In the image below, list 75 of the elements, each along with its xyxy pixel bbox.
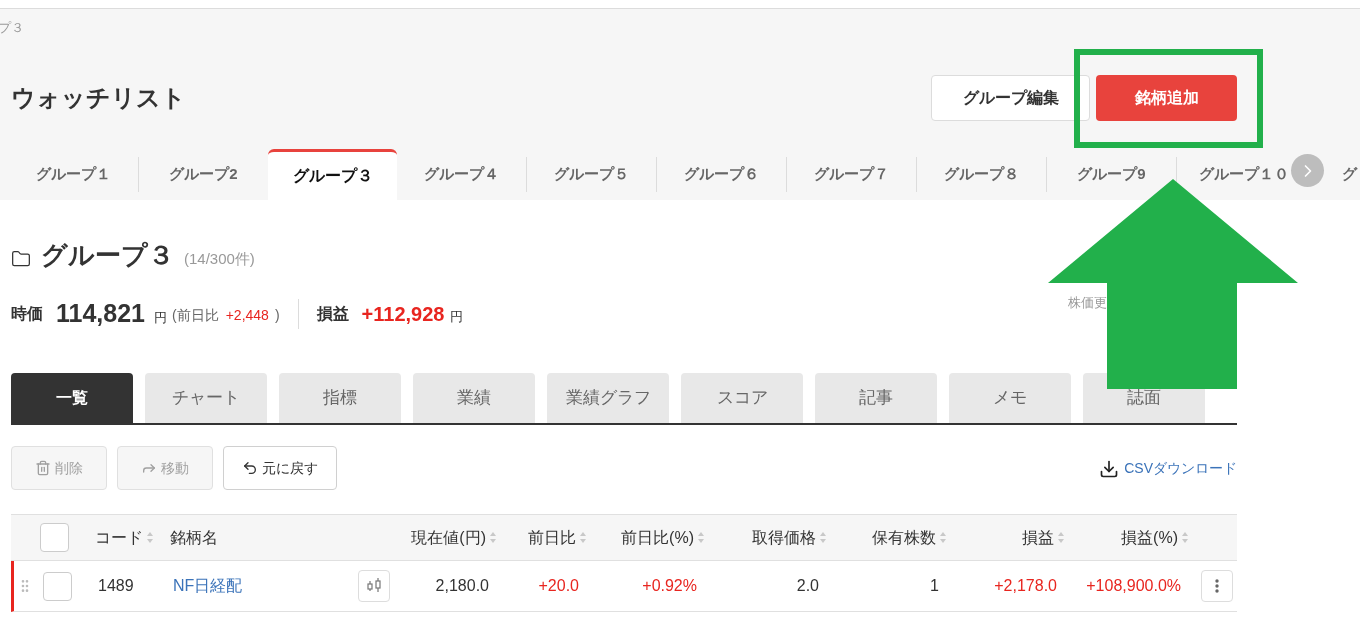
group-tab[interactable]: グループ１: [9, 149, 138, 200]
group-tab[interactable]: グ: [1324, 149, 1360, 200]
folder-icon: [11, 249, 31, 269]
edit-group-button[interactable]: グループ編集: [931, 75, 1090, 122]
undo-button[interactable]: 元に戻す: [223, 446, 337, 490]
table-row[interactable]: 1489 NF日経配 2,180.0 +20.0 +0.92% 2.0 1 +2,178.0 +108,900.0%: [11, 561, 1237, 612]
more-menu-button[interactable]: [1201, 570, 1233, 602]
group-tab[interactable]: グループ2: [139, 149, 268, 200]
closing-paren: ): [274, 305, 280, 325]
update-note: 株価更: [1068, 294, 1107, 313]
yen-unit: 円: [450, 308, 464, 327]
download-icon: [1099, 458, 1120, 479]
group-tab[interactable]: グループ５: [527, 149, 656, 200]
stock-code: 1489: [97, 576, 135, 596]
trash-icon: [35, 460, 51, 476]
undo-icon: [242, 460, 258, 476]
view-tab[interactable]: 指標: [279, 373, 401, 423]
column-header[interactable]: 前日比(%): [590, 525, 708, 550]
column-header[interactable]: 取得価格: [708, 525, 830, 550]
add-stock-button[interactable]: 銘柄追加: [1096, 75, 1237, 122]
more-icon: [1215, 579, 1219, 593]
group-tab[interactable]: グループ７: [787, 149, 916, 200]
page-title: ウォッチリスト: [11, 83, 186, 114]
sort-icon: [147, 532, 153, 543]
table-cell-text: +108,900.0%: [1085, 576, 1182, 596]
view-tab[interactable]: 記事: [815, 373, 937, 423]
row-checkbox[interactable]: [43, 571, 72, 601]
group-tab[interactable]: グループ３: [268, 149, 397, 200]
column-header[interactable]: 損益(%): [1068, 525, 1192, 550]
candlestick-icon: [366, 577, 382, 595]
item-count: (14/300件): [184, 248, 255, 269]
group-tab[interactable]: グループ9: [1047, 149, 1176, 200]
view-tab[interactable]: 業績グラフ: [547, 373, 669, 423]
table-cell-text: 2,180.0: [434, 576, 490, 596]
group-tab[interactable]: グループ４: [397, 149, 526, 200]
column-header[interactable]: 現在値(円): [400, 525, 500, 550]
chart-button[interactable]: [358, 570, 390, 602]
table-cell-text: 1: [929, 576, 940, 596]
column-header: 銘柄名: [170, 527, 219, 548]
sort-icon: [1058, 532, 1064, 543]
day-change: +2,448: [225, 305, 269, 325]
next-tabs-button[interactable]: [1291, 154, 1324, 188]
view-tab[interactable]: 一覧: [11, 373, 133, 423]
view-tab[interactable]: 業績: [413, 373, 535, 423]
profit-label: 損益: [316, 304, 349, 324]
yen-unit: 円: [154, 309, 167, 328]
table-cell-text: 2.0: [795, 576, 820, 596]
sort-icon: [580, 532, 586, 543]
view-tab[interactable]: チャート: [145, 373, 267, 423]
breadcrumb[interactable]: プ３: [0, 18, 24, 38]
column-header[interactable]: 損益: [950, 525, 1068, 550]
sort-icon: [940, 532, 946, 543]
group-tab[interactable]: グループ１０: [1177, 149, 1291, 200]
market-value: 114,821: [56, 298, 145, 330]
sort-icon: [1182, 532, 1188, 543]
table-cell-text: +2,178.0: [993, 576, 1058, 596]
column-header[interactable]: コード: [80, 525, 170, 550]
select-all-checkbox[interactable]: [40, 523, 69, 552]
change-label: (前日比: [172, 305, 219, 325]
sort-icon: [820, 532, 826, 543]
csv-download-link[interactable]: CSVダウンロード: [1099, 458, 1237, 479]
table-cell-text: +20.0: [537, 576, 580, 596]
profit-value: +112,928: [361, 302, 445, 327]
table-cell-text: +0.92%: [641, 576, 698, 596]
sort-icon: [490, 532, 496, 543]
sort-icon: [698, 532, 704, 543]
column-header[interactable]: 前日比: [500, 525, 590, 550]
view-tab[interactable]: スコア: [681, 373, 803, 423]
price-label: 時価: [11, 304, 43, 324]
view-tab[interactable]: メモ: [949, 373, 1071, 423]
group-name: グループ３: [41, 239, 174, 272]
stock-name-link[interactable]: NF日経配: [173, 574, 358, 598]
group-tab[interactable]: グループ８: [917, 149, 1046, 200]
column-header[interactable]: 保有株数: [830, 525, 950, 550]
group-tab[interactable]: グループ６: [657, 149, 786, 200]
